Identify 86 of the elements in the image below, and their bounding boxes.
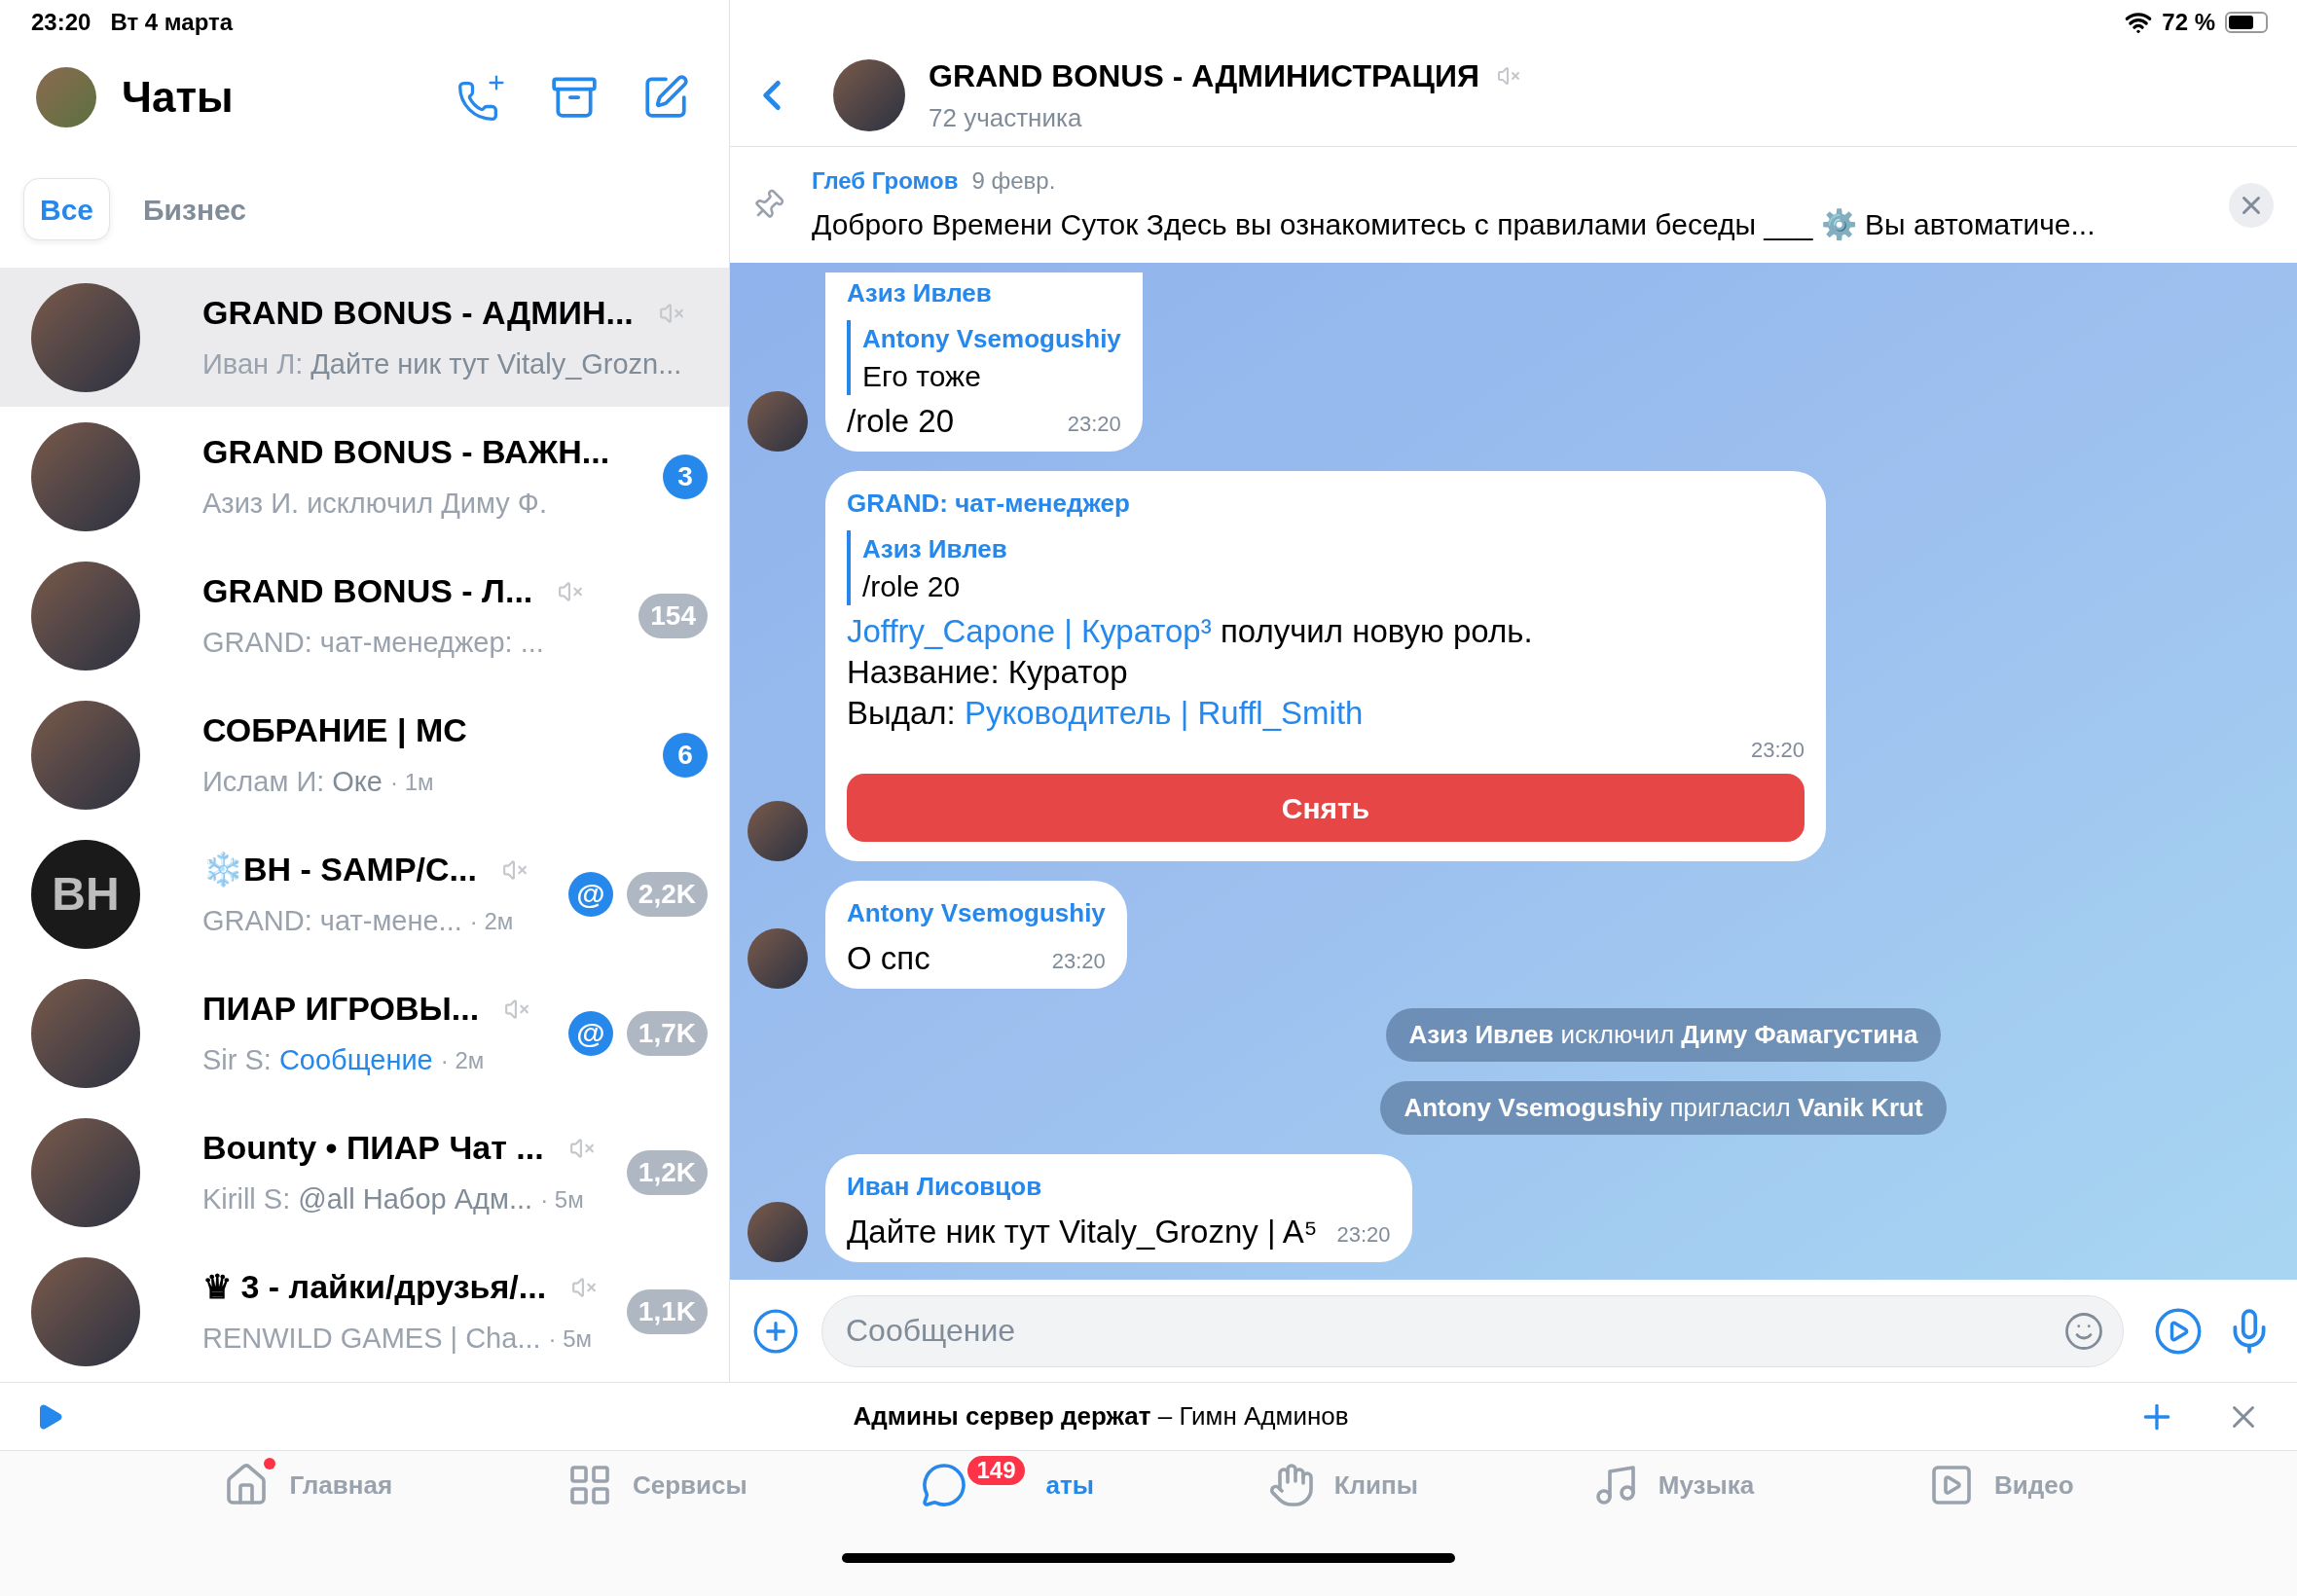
message-sender[interactable]: GRAND: чат-менеджер (847, 485, 1805, 523)
chat-time: · 5м (548, 1324, 593, 1354)
chat-time: · 1м (390, 768, 434, 797)
avatar: BH (31, 839, 140, 949)
chat-time: · 5м (540, 1185, 584, 1215)
message-input[interactable]: Сообщение (821, 1294, 2124, 1367)
unread-count: 6 (663, 732, 708, 778)
chat-preview: @all Набор Адм... (298, 1182, 533, 1217)
pinned-author[interactable]: Глеб Громов (812, 163, 959, 199)
chat-preview-sender: Sir S: (202, 1043, 272, 1078)
filter-tab[interactable]: Все (23, 178, 111, 240)
chat-preview: Дайте ник тут Vitaly_Grozn... (310, 347, 682, 382)
tab-bar-item[interactable]: Главная (217, 1451, 399, 1519)
chat-preview: RENWILD GAMES | Cha... (202, 1322, 541, 1357)
message-time: 23:20 (1336, 1221, 1391, 1249)
message-sender[interactable]: Иван Лисовцов (847, 1168, 1391, 1206)
message-link[interactable]: Joffry_Capone | Куратор³ (847, 611, 1212, 652)
status-time: 23:20 (31, 7, 91, 37)
mention-badge: @ (567, 1010, 613, 1056)
chat-title: GRAND BONUS - Л... (202, 571, 533, 612)
tab-bar-item[interactable]: 149 аты (915, 1451, 1100, 1519)
remove-role-button[interactable]: Снять (847, 774, 1805, 842)
message-sender[interactable]: Азиз Ивлев (847, 274, 1121, 312)
chat-preview-sender: Иван Л: (202, 347, 304, 382)
tab-bar-item[interactable]: Сервисы (560, 1451, 753, 1519)
unread-count: 1,7K (626, 1010, 708, 1056)
chat-title: ♛ 3 - лайки/друзья/... (202, 1267, 547, 1308)
pinned-date: 9 февр. (971, 166, 1056, 196)
tab-bar-item[interactable]: Музыка (1586, 1451, 1761, 1519)
tab-bar-item[interactable]: Клипы (1261, 1451, 1424, 1519)
reply-text: Его тоже (862, 359, 982, 394)
unread-count: 2,2K (626, 871, 708, 917)
chat-title: ПИАР ИГРОВЫ... (202, 989, 480, 1030)
chat-bubble-icon (921, 1462, 968, 1508)
message-text: Дайте ник тут Vitaly_Grozny | A⁵ (847, 1213, 1318, 1251)
tab-bar-item[interactable]: Видео (1921, 1451, 2080, 1519)
chat-title: Bounty • ПИАР Чат ... (202, 1128, 544, 1169)
chat-title: GRAND BONUS - АДМИН... (202, 293, 634, 334)
chat-title: СОБРАНИЕ | МС (202, 710, 467, 751)
close-button[interactable] (2229, 182, 2274, 228)
message-time: 23:20 (1051, 948, 1106, 975)
battery-icon (2225, 11, 2268, 33)
filter-tab[interactable]: Бизнес (129, 178, 261, 240)
service-message: Азиз Ивлев исключил Диму Фамагустина (1385, 1008, 1942, 1062)
chat-preview: GRAND: чат-мене... (202, 904, 462, 939)
reply-quote[interactable]: Азиз Ивлев /role 20 (847, 530, 1805, 605)
unread-count: 1,2K (626, 1149, 708, 1195)
unread-badge: 149 (966, 1454, 1027, 1487)
unread-count: 1,1K (626, 1288, 708, 1334)
chat-preview: Азиз И. исключил Диму Ф. (202, 487, 547, 522)
message-link[interactable]: Руководитель | Ruffl_Smith (964, 693, 1364, 734)
message-text: получил новую роль. (1219, 612, 1533, 651)
message-time: 23:20 (1750, 737, 1805, 764)
chat-preview-link: Сообщение (278, 1043, 433, 1078)
chat-preview-sender: Kirill S: (202, 1182, 291, 1217)
unread-count: 3 (663, 453, 708, 499)
reply-author: Азиз Ивлев (862, 533, 1008, 565)
chat-list-item[interactable]: GRAND BONUS - АДМИН... Иван Л: Дайте ник тут Vitaly_Grozn... (0, 268, 729, 407)
mention-badge: @ (567, 871, 613, 917)
message-text: Выдал: (847, 694, 957, 733)
reply-text: /role 20 (862, 569, 962, 604)
service-message: Antony Vsemogushiy пригласил Vanik Krut (1380, 1081, 1947, 1135)
chat-preview: Оке (332, 765, 383, 800)
message-time: 23:20 (1067, 411, 1121, 438)
chat-preview-sender: Ислам И: (202, 765, 325, 800)
chat-header-title: GRAND BONUS - АДМИНИСТРАЦИЯ (929, 57, 1479, 95)
reply-quote[interactable]: Antony Vsemogushiy Его тоже (847, 320, 1121, 395)
chat-time: · 2м (469, 907, 514, 936)
unread-count: 154 (638, 593, 708, 638)
pinned-message[interactable]: Доброго Времени Суток Здесь вы ознакомитесь с правилами беседы ___ ⚙ Вы автоматиче... (812, 202, 2229, 246)
chat-title: ❄BH - SAMP/C... (202, 850, 477, 890)
reply-author: Antony Vsemogushiy (862, 323, 1121, 355)
chat-preview: GRAND: чат-менеджер: ... (202, 626, 544, 661)
battery-percent: 72 % (2162, 7, 2215, 37)
status-date: Вт 4 марта (110, 7, 234, 37)
message-text: Название: Куратор (847, 653, 1128, 692)
now-playing-track[interactable]: Админы сервер держат – Гимн Админов (64, 1397, 2137, 1435)
chat-title: GRAND BONUS - ВАЖН... (202, 432, 610, 473)
chat-header-subtitle: 72 участника (929, 102, 1083, 134)
chat-time: · 2м (440, 1046, 485, 1075)
message-text: /role 20 (847, 402, 955, 441)
emoji-icon[interactable] (2063, 1310, 2104, 1352)
message-sender[interactable]: Antony Vsemogushiy (847, 894, 1106, 932)
message-text: О спс (847, 939, 930, 978)
hand-icon (1267, 1462, 1315, 1508)
sidebar-title: Чаты (122, 72, 234, 123)
